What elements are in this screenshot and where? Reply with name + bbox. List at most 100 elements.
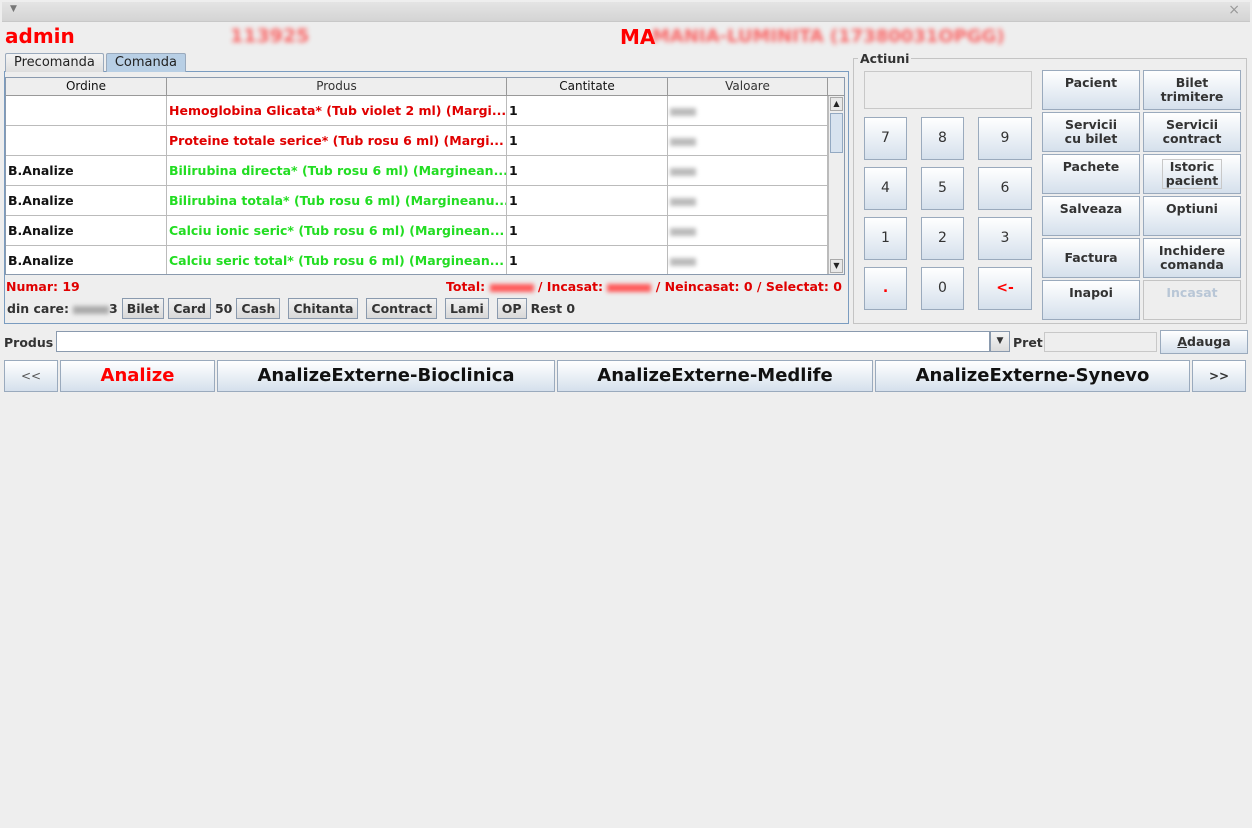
rest-value: Rest 0 <box>530 301 576 316</box>
din-care-label: din care: <box>7 301 69 316</box>
key-1[interactable]: 1 <box>864 217 907 260</box>
table-row[interactable]: B.Analize Calciu ionic seric* (Tub rosu 6… <box>6 216 844 246</box>
produs-cell: Proteine totale serice* (Tub rosu 6 ml) … <box>167 126 507 155</box>
valoare-cell <box>668 156 828 185</box>
value-redacted <box>670 227 696 236</box>
table-row[interactable]: B.Analize Bilirubina directa* (Tub rosu 6… <box>6 156 844 186</box>
key-7[interactable]: 7 <box>864 117 907 160</box>
produs-label: Produs <box>4 335 54 350</box>
table-row[interactable]: B.Analize Calciu seric total* (Tub rosu 6… <box>6 246 844 274</box>
chitanta-button[interactable]: Chitanta <box>288 298 359 319</box>
selectat-value: / Selectat: 0 <box>756 279 842 294</box>
cantitate-cell: 1 <box>507 216 668 245</box>
table-scrollbar[interactable]: ▲ ▼ <box>828 96 844 274</box>
produs-cell: Calciu ionic seric* (Tub rosu 6 ml) (Mar… <box>167 216 507 245</box>
key-9[interactable]: 9 <box>978 117 1032 160</box>
din-care-value: 3 <box>72 301 118 316</box>
order-table: Ordine Produs Cantitate Valoare Hemoglob… <box>5 77 845 275</box>
produs-cell: Bilirubina directa* (Tub rosu 6 ml) (Mar… <box>167 156 507 185</box>
produs-cell: Calciu seric total* (Tub rosu 6 ml) (Mar… <box>167 246 507 274</box>
product-grid-area <box>2 394 1250 826</box>
column-produs[interactable]: Produs <box>167 78 507 95</box>
table-header: Ordine Produs Cantitate Valoare <box>6 78 844 96</box>
ordine-cell <box>6 126 167 155</box>
pret-field[interactable] <box>1044 332 1157 352</box>
servicii-cu-bilet-button[interactable]: Servicii cu bilet <box>1042 112 1140 152</box>
actions-title: Actiuni <box>858 51 912 66</box>
column-valoare[interactable]: Valoare <box>668 78 828 95</box>
keypad-display <box>864 71 1032 109</box>
produs-cell: Hemoglobina Glicata* (Tub violet 2 ml) (… <box>167 96 507 125</box>
servicii-contract-button[interactable]: Servicii contract <box>1143 112 1241 152</box>
table-row[interactable]: Proteine totale serice* (Tub rosu 6 ml) … <box>6 126 844 156</box>
category-prev-button[interactable]: << <box>4 360 58 392</box>
key-8[interactable]: 8 <box>921 117 964 160</box>
optiuni-button[interactable]: Optiuni <box>1143 196 1241 236</box>
key-0[interactable]: 0 <box>921 267 964 310</box>
ordine-cell <box>6 96 167 125</box>
valoare-cell <box>668 246 828 274</box>
produs-combobox-input[interactable] <box>56 331 990 352</box>
chevron-down-icon[interactable]: ▼ <box>990 331 1010 352</box>
inapoi-button[interactable]: Inapoi <box>1042 280 1140 320</box>
category-bioclinica[interactable]: AnalizeExterne-Bioclinica <box>217 360 555 392</box>
pacient-button[interactable]: Pacient <box>1042 70 1140 110</box>
key-3[interactable]: 3 <box>978 217 1032 260</box>
incasat-button: Incasat <box>1143 280 1241 320</box>
inchidere-comanda-button[interactable]: Inchidere comanda <box>1143 238 1241 278</box>
key-4[interactable]: 4 <box>864 167 907 210</box>
value-redacted <box>670 257 696 266</box>
table-row[interactable]: Hemoglobina Glicata* (Tub violet 2 ml) (… <box>6 96 844 126</box>
cantitate-cell: 1 <box>507 186 668 215</box>
key-5[interactable]: 5 <box>921 167 964 210</box>
incasat-label: / Incasat: <box>537 279 604 294</box>
contract-button[interactable]: Contract <box>366 298 438 319</box>
neincasat-value: / Neincasat: 0 <box>655 279 753 294</box>
factura-button[interactable]: Factura <box>1042 238 1140 278</box>
adauga-button[interactable]: Adauga <box>1160 330 1248 354</box>
window-menu-icon[interactable]: ▼ <box>10 4 17 14</box>
card-button[interactable]: Card <box>168 298 211 319</box>
key-6[interactable]: 6 <box>978 167 1032 210</box>
valoare-cell <box>668 126 828 155</box>
pachete-button[interactable]: Pachete <box>1042 154 1140 194</box>
value-redacted <box>670 197 696 206</box>
category-synevo[interactable]: AnalizeExterne-Synevo <box>875 360 1190 392</box>
cantitate-cell: 1 <box>507 126 668 155</box>
valoare-cell <box>668 216 828 245</box>
window-titlebar: ▼ × <box>2 2 1250 22</box>
tab-precomanda[interactable]: Precomanda <box>5 53 104 72</box>
lami-button[interactable]: Lami <box>445 298 489 319</box>
close-icon[interactable]: × <box>1228 2 1240 18</box>
key-2[interactable]: 2 <box>921 217 964 260</box>
pret-label: Pret <box>1013 335 1043 350</box>
cantitate-cell: 1 <box>507 246 668 274</box>
bilet-trimitere-button[interactable]: Bilet trimitere <box>1143 70 1241 110</box>
value-redacted <box>670 167 696 176</box>
table-row[interactable]: B.Analize Bilirubina totala* (Tub rosu 6 … <box>6 186 844 216</box>
category-analize[interactable]: Analize <box>60 360 215 392</box>
salveaza-button[interactable]: Salveaza <box>1042 196 1140 236</box>
key-decimal[interactable]: . <box>864 267 907 310</box>
ordine-cell: B.Analize <box>6 216 167 245</box>
value-redacted <box>670 107 696 116</box>
op-button[interactable]: OP <box>496 298 527 319</box>
column-ordine[interactable]: Ordine <box>6 78 167 95</box>
scroll-up-icon[interactable]: ▲ <box>830 97 843 111</box>
totals-line: Total: / Incasat: / Neincasat: 0 / Selec… <box>446 279 842 294</box>
cash-button[interactable]: Cash <box>236 298 281 319</box>
total-value-redacted <box>489 283 534 292</box>
column-cantitate[interactable]: Cantitate <box>507 78 668 95</box>
scroll-thumb[interactable] <box>830 113 843 153</box>
table-body: Hemoglobina Glicata* (Tub violet 2 ml) (… <box>6 96 844 274</box>
bilet-button[interactable]: Bilet <box>121 298 165 319</box>
ordine-cell: B.Analize <box>6 156 167 185</box>
category-next-button[interactable]: >> <box>1192 360 1246 392</box>
tab-comanda[interactable]: Comanda <box>105 53 186 72</box>
category-medlife[interactable]: AnalizeExterne-Medlife <box>557 360 873 392</box>
scroll-down-icon[interactable]: ▼ <box>830 259 843 273</box>
key-backspace[interactable]: <- <box>978 267 1032 310</box>
produs-cell: Bilirubina totala* (Tub rosu 6 ml) (Marg… <box>167 186 507 215</box>
istoric-pacient-button[interactable]: Istoric pacient <box>1143 154 1241 194</box>
card-amount: 50 <box>214 301 233 316</box>
